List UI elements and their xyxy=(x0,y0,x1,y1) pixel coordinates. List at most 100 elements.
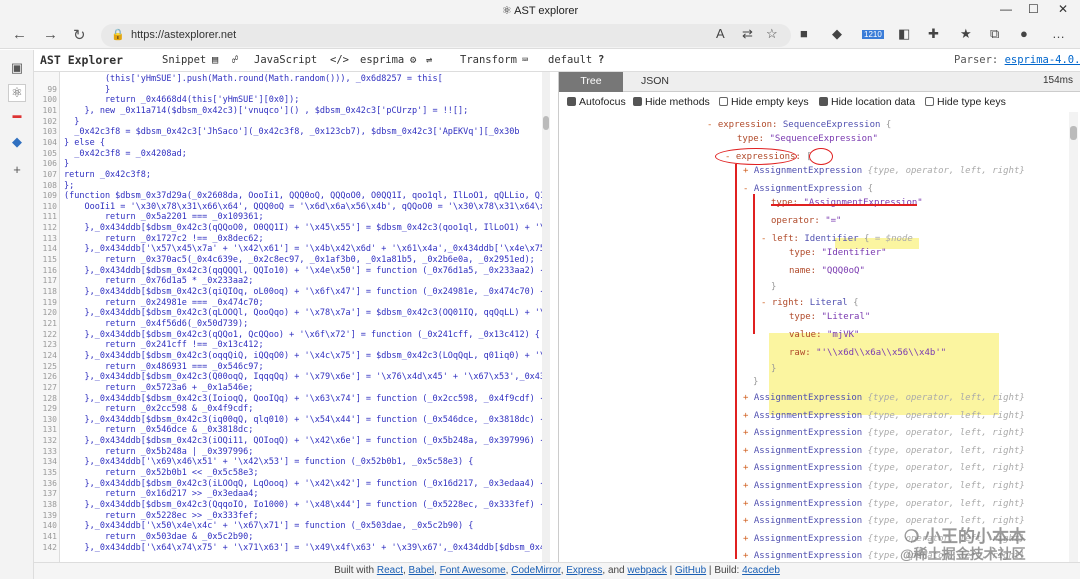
favorites-icon[interactable]: ★ xyxy=(960,26,972,42)
tree-node-left[interactable]: - left: Identifier { = $node xyxy=(761,234,913,244)
code-line[interactable]: return _0x42c3f8; xyxy=(64,170,151,180)
more-menu-icon[interactable]: … xyxy=(1052,26,1065,41)
code-line[interactable]: } xyxy=(64,117,79,127)
code-line[interactable]: },_0x434ddb['\x64\x74\x75' + '\x71\x63']… xyxy=(64,543,550,553)
profile-avatar[interactable]: ● xyxy=(1020,26,1028,41)
code-line[interactable]: },_0x434ddb[$dbsm_0x42c3(qQQoO0, O0QQ1I)… xyxy=(64,223,550,233)
code-line[interactable]: return _0x16d217 >> _0x3edaa4; xyxy=(64,489,259,499)
tab-site-icon[interactable]: ▬ xyxy=(8,110,26,120)
checkbox[interactable] xyxy=(633,97,642,106)
transform-toggle-icon[interactable]: ⇌ xyxy=(426,54,432,66)
tree-node-expression[interactable]: - expression: SequenceExpression { xyxy=(707,120,891,130)
code-line[interactable]: return _0x1727c2 !== _0x8dec62; xyxy=(64,234,264,244)
option-hide-type-keys[interactable]: Hide type keys xyxy=(925,96,1006,108)
tree-node-assignment[interactable]: + AssignmentExpression {type, operator, … xyxy=(743,499,1025,509)
tree-node-assignment[interactable]: + AssignmentExpression {type, operator, … xyxy=(743,166,1025,176)
settings-gear-icon[interactable]: ⚙ xyxy=(410,54,416,66)
extension-icon[interactable]: ■ xyxy=(800,26,808,41)
refresh-icon[interactable]: ↻ xyxy=(73,26,86,44)
code-line[interactable]: return _0x5b248a | _0x397996; xyxy=(64,447,253,457)
extension-icon[interactable]: ◆ xyxy=(832,26,842,42)
code-line[interactable]: } xyxy=(64,85,110,95)
code-line[interactable]: return _0x546dce & _0x3818dc; xyxy=(64,425,253,435)
editor-scrollbar[interactable] xyxy=(542,72,550,562)
code-line[interactable]: OooIi1 = '\x30\x78\x31\x66\x64', QQQ0oQ … xyxy=(64,202,550,212)
code-line[interactable]: },_0x434ddb['\x57\x45\x7a' + '\x42\x61']… xyxy=(64,244,550,254)
tab-json[interactable]: JSON xyxy=(623,72,687,92)
tree-node-assignment[interactable]: + AssignmentExpression {type, operator, … xyxy=(743,481,1025,491)
minimize-icon[interactable]: — xyxy=(1000,2,1012,16)
code-line[interactable]: (function $dbsm_0x37d29a(_0x2608da, OooI… xyxy=(64,191,550,201)
code-line[interactable]: },_0x434ddb[$dbsm_0x42c3(qiQIOq, oL00oq)… xyxy=(64,287,545,297)
tab-tree[interactable]: Tree xyxy=(559,72,623,92)
tree-node-assignment[interactable]: + AssignmentExpression {type, operator, … xyxy=(743,428,1025,438)
close-icon[interactable]: ✕ xyxy=(1058,2,1068,16)
keymap-menu[interactable]: default xyxy=(548,54,592,66)
code-line[interactable]: },_0x434ddb[$dbsm_0x42c3(qLOOQl, QooQqo)… xyxy=(64,308,550,318)
snippet-menu[interactable]: Snippet xyxy=(162,54,206,66)
editor-scroll-thumb[interactable] xyxy=(543,116,549,130)
code-line[interactable]: },_0x434ddb[$dbsm_0x42c3(qqQQQl, QQIo10)… xyxy=(64,266,545,276)
tab-astexplorer-icon[interactable]: ⚛ xyxy=(8,84,26,102)
code-line[interactable]: },_0x434ddb[$dbsm_0x42c3(qQQo1, QcQQoo) … xyxy=(64,330,539,340)
extension-icon[interactable]: ◧ xyxy=(898,26,910,42)
footer-link-babel[interactable]: Babel xyxy=(409,565,435,576)
code-line[interactable]: },_0x434ddb['\x69\x46\x51' + '\x42\x53']… xyxy=(64,457,473,467)
translate-icon[interactable]: ⇄ xyxy=(742,26,753,42)
code-line[interactable]: return _0x5723a6 + _0x1a546e; xyxy=(64,383,253,393)
code-line[interactable]: _0x42c3f8 = $dbsm_0x42c3['JhSaco'](_0x42… xyxy=(64,127,519,137)
code-line[interactable]: },_0x434ddb[$dbsm_0x42c3(QqqoIO, Io1000)… xyxy=(64,500,545,510)
code-editor[interactable]: 99 100 101 102 103 104 105 106 107 108 109 110 111 11… xyxy=(34,72,550,562)
help-icon[interactable]: ? xyxy=(598,54,604,66)
checkbox[interactable] xyxy=(567,97,576,106)
code-line[interactable]: return _0x76d1a5 * _0x233aa2; xyxy=(64,276,253,286)
save-icon[interactable]: ▤ xyxy=(212,54,218,66)
code-line[interactable]: return _0x370ac5(_0x4c639e, _0x2c8ec97, … xyxy=(64,255,535,265)
code-line[interactable]: _0x42c3f8 = _0x4208ad; xyxy=(64,149,187,159)
footer-link-github[interactable]: GitHub xyxy=(675,565,706,576)
footer-link-express[interactable]: Express xyxy=(566,565,602,576)
code-line[interactable]: return _0x5228ec >> _0x333fef; xyxy=(64,511,259,521)
favorite-star-icon[interactable]: ☆ xyxy=(766,26,778,42)
collections-icon[interactable]: ⧉ xyxy=(990,26,999,42)
output-scrollbar[interactable] xyxy=(1069,112,1078,562)
extensions-puzzle-icon[interactable]: ✚ xyxy=(928,26,939,42)
app-brand[interactable]: AST Explorer xyxy=(40,53,123,67)
code-line[interactable]: }, new _0x11a714($dbsm_0x42c3)['vnuqco']… xyxy=(64,106,468,116)
code-line[interactable]: return _0x4668d4(this['yHmSUE'][0x0]); xyxy=(64,95,299,105)
code-line[interactable]: return _0x4f56d6(_0x50d739); xyxy=(64,319,248,329)
footer-link-codemirror[interactable]: CodeMirror xyxy=(511,565,560,576)
tab-actions-icon[interactable]: ▣ xyxy=(8,60,26,76)
read-aloud-icon[interactable]: A xyxy=(716,26,725,41)
checkbox[interactable] xyxy=(719,97,728,106)
tree-node-assignment[interactable]: + AssignmentExpression {type, operator, … xyxy=(743,446,1025,456)
code-line[interactable]: },_0x434ddb[$dbsm_0x42c3(iq00qQ, qlq010)… xyxy=(64,415,545,425)
tree-node-right[interactable]: - right: Literal { xyxy=(761,298,859,308)
parser-version-link[interactable]: esprima-4.0.1 xyxy=(1005,54,1080,66)
forward-icon[interactable]: → xyxy=(43,26,58,43)
back-icon[interactable]: ← xyxy=(12,26,27,43)
code-line[interactable]: },_0x434ddb[$dbsm_0x42c3(iLOOqQ, LqOooq)… xyxy=(64,479,545,489)
checkbox[interactable] xyxy=(925,97,934,106)
footer-link-build[interactable]: 4cacdeb xyxy=(742,565,780,576)
transform-menu[interactable]: Transform xyxy=(460,54,517,66)
language-menu[interactable]: JavaScript xyxy=(254,54,317,66)
code-line[interactable]: }; xyxy=(64,181,74,191)
code-line[interactable]: } xyxy=(64,159,69,169)
ast-tree[interactable]: - expression: SequenceExpression { type:… xyxy=(559,112,1071,562)
maximize-icon[interactable]: ☐ xyxy=(1028,2,1039,16)
code-line[interactable]: return _0x24981e === _0x474c70; xyxy=(64,298,264,308)
parser-menu[interactable]: esprima xyxy=(360,54,404,66)
extension-badge[interactable]: 1210 xyxy=(862,30,884,39)
tree-node-assignment[interactable]: + AssignmentExpression {type, operator, … xyxy=(743,393,1025,403)
code-line[interactable]: return _0x241cff !== _0x13c412; xyxy=(64,340,264,350)
code-line[interactable]: },_0x434ddb[$dbsm_0x42c3(oqqQiQ, iQQqO0)… xyxy=(64,351,550,361)
footer-link-webpack[interactable]: webpack xyxy=(627,565,666,576)
option-hide-empty-keys[interactable]: Hide empty keys xyxy=(719,96,809,108)
code-line[interactable]: },_0x434ddb[$dbsm_0x42c3(iOQi11, QOIoqQ)… xyxy=(64,436,545,446)
option-autofocus[interactable]: Autofocus xyxy=(567,96,626,108)
code-line[interactable]: return _0x52b0b1 << _0x5c58e3; xyxy=(64,468,259,478)
code-line[interactable]: return _0x486931 === _0x546c97; xyxy=(64,362,264,372)
new-tab-icon[interactable]: + xyxy=(8,162,26,177)
option-hide-location-data[interactable]: Hide location data xyxy=(819,96,915,108)
